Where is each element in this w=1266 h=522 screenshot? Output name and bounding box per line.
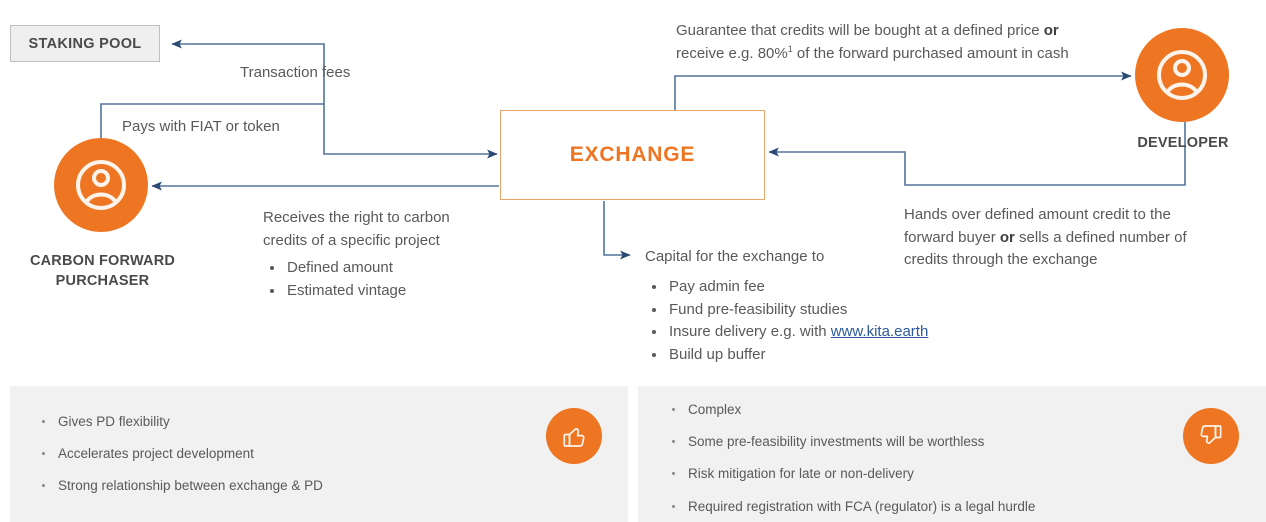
- thumbs-up-icon: [546, 408, 602, 464]
- developer-caption: DEVELOPER: [1137, 135, 1229, 151]
- exchange-node: EXCHANGE: [500, 110, 765, 200]
- label-guarantee: Guarantee that credits will be bought at…: [676, 20, 1116, 65]
- receives-bullet-list: Defined amount Estimated vintage: [263, 257, 515, 302]
- label-capital-for-exchange: Capital for the exchange to: [645, 248, 825, 265]
- person-icon: [1157, 50, 1207, 100]
- list-item: Required registration with FCA (regulato…: [670, 499, 1266, 515]
- thumbs-down-glyph: [1200, 425, 1222, 444]
- staking-pool-node: STAKING POOL: [10, 25, 160, 62]
- guarantee-text-3: of the forward purchased amount in cash: [792, 44, 1069, 62]
- label-transaction-fees: Transaction fees: [240, 64, 351, 81]
- pros-list: Gives PD flexibility Accelerates project…: [10, 386, 628, 495]
- list-item: Strong relationship between exchange & P…: [40, 478, 628, 494]
- carbon-forward-purchaser-caption: CARBON FORWARD PURCHASER: [0, 252, 205, 291]
- wire-exchange-to-capital: [603, 201, 631, 260]
- list-item: Risk mitigation for late or non-delivery: [670, 466, 1266, 482]
- guarantee-or-1: or: [1043, 22, 1059, 39]
- purchaser-caption-line-1: CARBON FORWARD: [29, 253, 176, 269]
- kita-earth-link[interactable]: www.kita.earth: [831, 323, 929, 340]
- insure-delivery-text: Insure delivery e.g. with: [669, 323, 831, 340]
- hands-over-or: or: [999, 228, 1015, 246]
- list-item: Build up buffer: [667, 344, 1007, 367]
- list-item: Accelerates project development: [40, 446, 628, 462]
- wire-to-exchange-left: [323, 104, 498, 159]
- purchaser-caption-line-2: PURCHASER: [55, 272, 150, 289]
- label-pays-with-fiat-or-token: Pays with FIAT or token: [122, 118, 280, 135]
- list-item: Defined amount: [285, 257, 515, 280]
- developer-avatar: [1135, 28, 1229, 122]
- person-icon: [76, 160, 126, 210]
- list-item: Complex: [670, 402, 1266, 418]
- list-item: Pay admin fee: [667, 276, 1007, 299]
- cons-list: Complex Some pre-feasibility investments…: [638, 386, 1266, 515]
- carbon-forward-purchaser-avatar: [54, 138, 148, 232]
- list-item: Estimated vintage: [285, 280, 515, 303]
- list-item: Some pre-feasibility investments will be…: [670, 434, 1266, 450]
- list-item: Fund pre-feasibility studies: [667, 299, 1007, 322]
- label-hands-over-credits: Hands over defined amount credit to the …: [904, 204, 1214, 272]
- exchange-label: EXCHANGE: [569, 143, 696, 166]
- thumbs-down-icon: [1183, 408, 1239, 464]
- label-receives-right-to-credits: Receives the right to carbon credits of …: [263, 209, 450, 249]
- guarantee-text-2: receive e.g. 80%: [676, 44, 788, 62]
- thumbs-up-glyph: [563, 428, 585, 447]
- wire-exchange-to-developer: [674, 71, 1132, 110]
- list-item: Gives PD flexibility: [40, 414, 628, 430]
- staking-pool-label: STAKING POOL: [28, 35, 142, 52]
- guarantee-text-1: Guarantee that credits will be bought at…: [676, 22, 1044, 39]
- pros-panel: Gives PD flexibility Accelerates project…: [10, 386, 628, 522]
- diagram-canvas: STAKING POOL EXCHANGE CARBON FORWARD PUR…: [0, 0, 1266, 522]
- list-item: Insure delivery e.g. with www.kita.earth: [667, 321, 1007, 344]
- cons-panel: Complex Some pre-feasibility investments…: [638, 386, 1266, 522]
- capital-bullet-list: Pay admin fee Fund pre-feasibility studi…: [645, 276, 1007, 366]
